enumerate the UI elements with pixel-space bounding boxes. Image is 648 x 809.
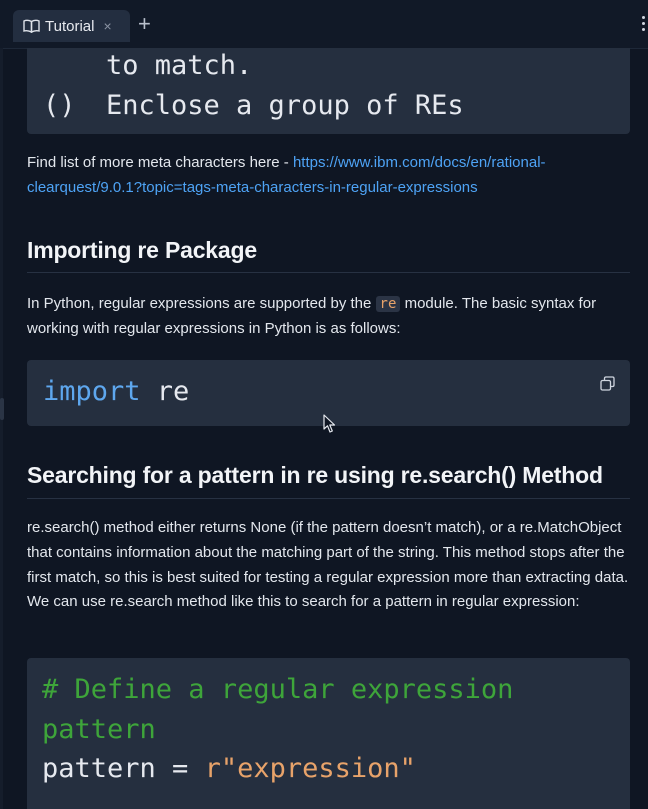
heading-divider	[27, 272, 630, 273]
more-options-icon[interactable]	[642, 16, 646, 34]
copy-icon[interactable]	[600, 376, 615, 391]
table-cell-symbol: ()	[43, 90, 76, 121]
document-content[interactable]: to match. () Enclose a group of REs Find …	[0, 48, 648, 809]
table-row-text: to match.	[106, 50, 253, 81]
code-text: re	[140, 376, 190, 407]
code-keyword: import	[43, 376, 141, 407]
inline-code-re: re	[375, 296, 401, 312]
book-icon	[23, 19, 40, 33]
meta-characters-table: to match. () Enclose a group of REs	[27, 48, 630, 134]
tab-tutorial[interactable]: Tutorial ×	[13, 10, 130, 42]
heading-divider	[27, 498, 630, 499]
code-string: r"expression"	[204, 753, 416, 784]
paragraph-text: Find list of more meta characters here -	[27, 154, 293, 171]
mouse-cursor-icon	[323, 414, 336, 433]
close-icon[interactable]: ×	[103, 19, 111, 33]
code-comment: pattern	[42, 714, 156, 745]
code-comment: # Define a regular expression	[42, 674, 514, 705]
code-operator: =	[155, 753, 205, 784]
code-block-search: # Define a regular expression pattern pa…	[27, 658, 630, 809]
table-cell-description: Enclose a group of REs	[106, 90, 464, 121]
code-variable: pattern	[42, 753, 156, 784]
tab-title: Tutorial	[45, 17, 95, 35]
heading-searching-pattern: Searching for a pattern in re using re.s…	[27, 462, 603, 488]
tab-bar: Tutorial × +	[0, 0, 648, 49]
paragraph-text: In Python, regular expressions are suppo…	[27, 295, 376, 312]
import-paragraph: In Python, regular expressions are suppo…	[27, 292, 631, 341]
code-line: pattern = r"expression"	[42, 753, 416, 784]
table-row: () Enclose a group of REs	[43, 90, 464, 121]
search-paragraph: re.search() method either returns None (…	[27, 519, 629, 611]
meta-characters-paragraph: Find list of more meta characters here -…	[27, 151, 631, 200]
code-line: import re	[43, 376, 189, 407]
heading-importing-re: Importing re Package	[27, 237, 257, 263]
add-tab-icon[interactable]: +	[138, 13, 151, 35]
